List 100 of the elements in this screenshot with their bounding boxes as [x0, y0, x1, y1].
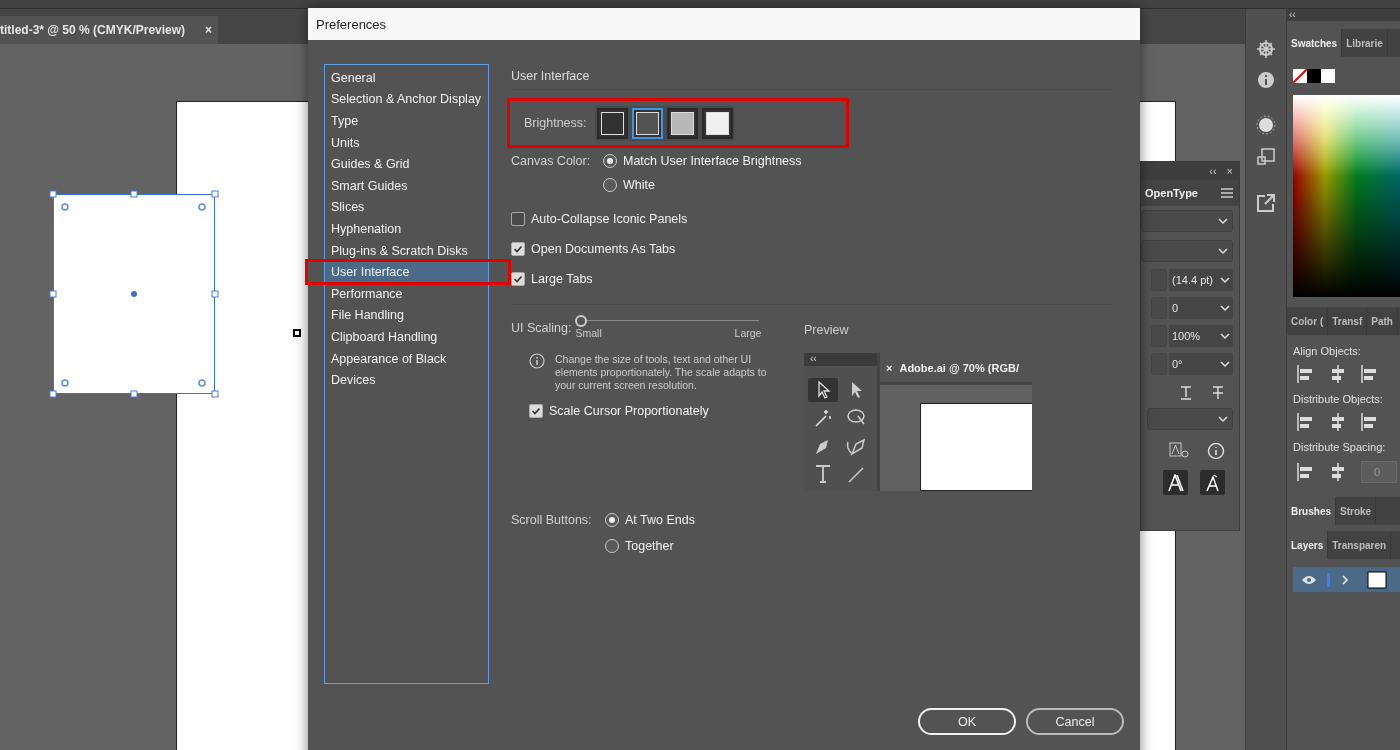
- brightness-swatch[interactable]: [666, 107, 698, 139]
- radio-option[interactable]: Together: [605, 539, 1111, 553]
- section-label: Align Objects:: [1293, 345, 1362, 357]
- input-field[interactable]: 0°: [1169, 353, 1233, 375]
- collapse-icon[interactable]: ‹‹: [1289, 9, 1296, 21]
- checkmark-icon: [513, 274, 523, 284]
- cancel-button[interactable]: Cancel: [1026, 708, 1124, 735]
- info-icon: [1207, 442, 1225, 460]
- align-icon: [1361, 413, 1379, 431]
- panel-tab[interactable]: Brushes: [1287, 497, 1336, 525]
- chevron-down-icon: [1220, 276, 1230, 284]
- category-item[interactable]: File Handling: [325, 304, 488, 327]
- swatch-icon: [1307, 69, 1321, 83]
- close-icon: ×: [886, 361, 893, 374]
- chevron-down-icon: [1218, 415, 1228, 423]
- category-item[interactable]: Smart Guides: [325, 174, 488, 197]
- brightness-label: Brightness:: [524, 116, 587, 130]
- strikethrough-icon: [1211, 386, 1225, 400]
- chevron-down-icon: [1218, 217, 1228, 225]
- checkbox[interactable]: [511, 272, 525, 286]
- menu-icon: [1221, 188, 1233, 198]
- radio-button[interactable]: [603, 154, 617, 168]
- layer-thumbnail-icon: [1367, 570, 1387, 589]
- category-item[interactable]: Slices: [325, 196, 488, 219]
- input-field[interactable]: 100%: [1169, 325, 1233, 347]
- radio-option[interactable]: At Two Ends: [605, 513, 1111, 527]
- color-spectrum[interactable]: [1293, 95, 1400, 297]
- checkmark-icon: [513, 244, 523, 254]
- info-text: Change the size of tools, text and other UI elements proportionately. The scale adapts to your current screen resolution.: [555, 353, 768, 392]
- brightness-swatch[interactable]: [701, 107, 733, 139]
- document-title: Adobe.ai @ 70% (RGB/: [899, 361, 1019, 374]
- dialog-title: Preferences: [308, 8, 1140, 40]
- panel-tab[interactable]: Swatches: [1287, 29, 1343, 57]
- glyph-icon: [1169, 442, 1189, 460]
- input-field[interactable]: 0: [1169, 297, 1233, 319]
- chevron-down-icon: [1220, 360, 1230, 368]
- checkbox-option[interactable]: Auto-Collapse Iconic Panels: [511, 212, 1111, 226]
- section-label: Distribute Spacing:: [1293, 441, 1387, 453]
- dropdown-field[interactable]: [1147, 408, 1233, 430]
- radio-button[interactable]: [605, 513, 619, 527]
- dropdown-field[interactable]: [1141, 240, 1233, 262]
- slider-track[interactable]: [575, 315, 762, 327]
- info-icon: [1257, 71, 1275, 89]
- category-item[interactable]: Type: [325, 110, 488, 132]
- close-icon[interactable]: ×: [205, 23, 212, 37]
- checkbox[interactable]: [529, 404, 543, 418]
- radio-option[interactable]: Match User Interface Brightness: [603, 154, 1111, 168]
- letter-a-icon: [1167, 473, 1184, 492]
- scale-label: Small: [575, 327, 602, 339]
- align-icon: [1297, 413, 1315, 431]
- slider-thumb[interactable]: [575, 315, 588, 327]
- input-field[interactable]: (14.4 pt): [1169, 269, 1233, 291]
- field-label: Scroll Buttons:: [511, 513, 593, 527]
- align-icon: [1329, 463, 1347, 481]
- anchor-point-icon: [293, 329, 301, 337]
- section-title: User Interface: [511, 64, 1111, 90]
- category-item[interactable]: Devices: [325, 369, 488, 391]
- category-item[interactable]: Appearance of Black: [325, 347, 488, 370]
- panel-tab[interactable]: Layers: [1287, 531, 1329, 559]
- checkbox[interactable]: [511, 242, 525, 256]
- swatch-icon: [1321, 69, 1335, 83]
- close-icon[interactable]: ×: [1226, 165, 1233, 177]
- dropdown-field[interactable]: [1141, 210, 1233, 232]
- align-icon: [1297, 463, 1315, 481]
- category-item[interactable]: Plug-ins & Scratch Disks: [325, 239, 488, 262]
- radio-button[interactable]: [603, 178, 617, 192]
- brightness-swatch[interactable]: [596, 107, 628, 139]
- category-item[interactable]: Performance: [325, 282, 488, 305]
- brightness-swatch[interactable]: [631, 107, 663, 139]
- category-item[interactable]: User Interface: [325, 261, 488, 283]
- checkbox-option[interactable]: Scale Cursor Proportionately: [529, 404, 804, 418]
- align-icon: [1329, 365, 1347, 383]
- none-swatch-icon: [1293, 69, 1307, 83]
- radio-option[interactable]: White: [603, 178, 1111, 192]
- collapse-icon: ‹‹: [810, 353, 817, 364]
- letter-a-icon: [1204, 473, 1221, 492]
- layer-row[interactable]: [1293, 567, 1400, 592]
- category-item[interactable]: Hyphenation: [325, 218, 488, 240]
- checkmark-icon: [531, 406, 541, 416]
- font-style-button[interactable]: [1200, 470, 1225, 495]
- category-item[interactable]: Guides & Grid: [325, 153, 488, 175]
- scale-label: Large: [734, 327, 762, 339]
- checkbox[interactable]: [511, 212, 525, 226]
- category-item[interactable]: Units: [325, 131, 488, 154]
- category-item[interactable]: Selection & Anchor Display: [325, 88, 488, 111]
- radio-button[interactable]: [605, 539, 619, 553]
- checkbox-option[interactable]: Open Documents As Tabs: [511, 242, 1111, 256]
- selection-tool-icon: [808, 378, 838, 402]
- external-link-icon: [1256, 193, 1276, 213]
- category-item[interactable]: General: [325, 67, 488, 89]
- field-label: UI Scaling:: [511, 321, 572, 335]
- category-item[interactable]: Clipboard Handling: [325, 326, 488, 348]
- document-tab[interactable]: titled-3* @ 50 % (CMYK/Preview) ×: [0, 16, 218, 44]
- font-style-button[interactable]: [1163, 470, 1188, 495]
- collapse-icon[interactable]: ‹‹: [1209, 165, 1217, 177]
- checkbox-option[interactable]: Large Tabs: [511, 272, 1111, 286]
- underline-icon: [1179, 386, 1193, 400]
- sun-icon: [1256, 115, 1276, 135]
- field-label: Canvas Color:: [511, 154, 592, 168]
- ok-button[interactable]: OK: [918, 708, 1016, 735]
